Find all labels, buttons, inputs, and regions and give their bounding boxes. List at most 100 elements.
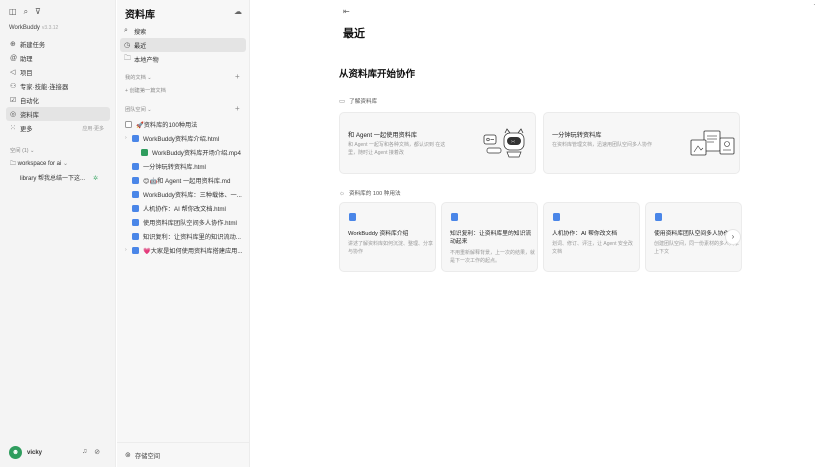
filter-icon[interactable]: ⊽ (35, 8, 41, 16)
list-item[interactable]: 知识复利：让资料库里的知识流动... (125, 229, 247, 243)
doc-label: 😊🤖和 Agent 一起用资料库.md (143, 177, 231, 185)
search-icon[interactable]: ⌕ (24, 8, 28, 16)
list-item[interactable]: 一分钟玩转资料库.html (125, 159, 247, 173)
add-doc-icon[interactable]: + (235, 73, 240, 81)
expert-icon: ⚇ (10, 83, 17, 90)
card-one-minute-library[interactable]: 一分钟玩转资料库 在资料库管理文档，迅速用团队空间多人协作 (543, 112, 740, 174)
library-title: 资料库 (125, 10, 155, 21)
storage-icon: ⊚ (125, 452, 131, 459)
doc-icon (132, 218, 139, 226)
workspace-item[interactable]: 🗀 workspace for ai ⌄ (10, 159, 68, 169)
spaces-section-label[interactable]: 空间 (1) ⌄ (10, 146, 34, 154)
my-docs-label[interactable]: 我的文档 ⌄ (125, 74, 152, 81)
list-item[interactable]: › 💗大家是如何使用资料库搭建应用... (125, 243, 247, 257)
brand-name: WorkBuddy (9, 25, 40, 31)
doc-label: 一分钟玩转资料库.html (143, 163, 206, 171)
sidebar-item-more[interactable]: ⁙ 更多 应用·更多 (6, 121, 110, 135)
robot-illustration-icon: ›‹ (483, 128, 525, 158)
section-label-text: 资料库的 100 种用法 (348, 191, 401, 197)
chevron-down-icon: ⌄ (63, 161, 69, 167)
sidebar-item-label: 更多 (20, 125, 33, 133)
card-desc: 在资料库管理文档，迅速用团队空间多人协作 (552, 142, 653, 148)
doc-icon (655, 213, 662, 221)
list-item[interactable]: 😊🤖和 Agent 一起用资料库.md (125, 173, 247, 187)
library-recent[interactable]: ◷ 最近 (120, 38, 246, 52)
close-icon[interactable]: · (813, 0, 816, 9)
list-item[interactable]: 使用资料库团队空间多人协作.html (125, 215, 247, 229)
checkbox-icon (125, 120, 132, 128)
doc-label: 💗大家是如何使用资料库搭建应用... (143, 247, 243, 255)
doc-label: WorkBuddy资料库开场介绍.mp4 (152, 149, 241, 157)
chevron-right-icon[interactable]: › (125, 135, 132, 141)
card-library-intro[interactable]: WorkBuddy 资料库介绍 讲述了解资料库如何沉淀、整理、分享与协作 (339, 202, 436, 272)
section-label-text: 了解资料库 (349, 99, 378, 105)
at-icon: @ (10, 54, 18, 62)
create-first-doc-link[interactable]: + 创建第一篇文档 (125, 87, 166, 94)
plus-circle-icon: ⊕ (10, 41, 16, 48)
cloud-sync-icon[interactable]: ☁ (234, 7, 242, 16)
card-ai-edit-docs[interactable]: 人机协作：AI 帮你改文档 划词、修订、评注，让 Agent 安全改文档 (543, 202, 640, 272)
bell-icon[interactable]: ♫ (82, 448, 87, 456)
sidebar-item-label: 自动化 (20, 97, 39, 105)
sidebar-item-new-task[interactable]: ⊕ 新建任务 (6, 37, 110, 51)
sidebar-item-projects[interactable]: ◁ 项目 (6, 65, 110, 79)
sidebar-item-label: 项目 (20, 69, 33, 77)
book-icon: ▭ (339, 98, 346, 105)
understand-section-label: ▭ 了解资料库 (339, 97, 377, 105)
sidebar-item-assistant[interactable]: @ 助理 (6, 51, 110, 65)
library-icon: ◎ (10, 111, 17, 118)
create-first-label: 创建第一篇文档 (129, 88, 166, 94)
chevron-right-icon: › (731, 232, 735, 241)
list-item[interactable]: › WorkBuddy资料库介绍.html (125, 131, 247, 145)
doc-icon (132, 246, 139, 254)
doc-icon (132, 204, 139, 212)
list-item[interactable]: WorkBuddy资料库：三种载体、一... (125, 187, 247, 201)
svg-text:›‹: ›‹ (511, 139, 515, 145)
avatar: ☻ (9, 446, 22, 459)
grid-icon: ⁙ (10, 125, 16, 132)
library-nav-label: 搜索 (134, 28, 147, 36)
doc-icon (451, 213, 458, 221)
doc-label: WorkBuddy资料库介绍.html (143, 135, 220, 143)
doc-icon (553, 213, 560, 221)
library-local-output[interactable]: 🗀 本地产物 (120, 52, 246, 66)
video-icon (141, 148, 148, 156)
sidebar-item-library[interactable]: ◎ 资料库 (6, 107, 110, 121)
library-search[interactable]: ⌕ 搜索 (120, 24, 246, 38)
version-label: v3.3.12 (41, 25, 59, 31)
list-item[interactable]: 🚀资料库的100种用法 (125, 117, 247, 131)
list-item[interactable]: 人机协作：AI 帮你改文档.html (125, 201, 247, 215)
card-desc: 和 Agent 一起写和各种文档，都认识到 在这里，随时让 Agent 接着改 (348, 142, 446, 156)
clock-icon: ◷ (124, 42, 131, 49)
card-agent-library[interactable]: 和 Agent 一起使用资料库 和 Agent 一起写和各种文档，都认识到 在这… (339, 112, 536, 174)
brand: WorkBuddy v3.3.12 (9, 25, 58, 31)
chevron-right-icon[interactable]: › (125, 247, 132, 253)
sidebar-item-automation[interactable]: ☑ 自动化 (6, 93, 110, 107)
clock-icon: ☑ (10, 97, 17, 104)
search-icon: ⌕ (124, 27, 128, 34)
storage-label: 存储空间 (134, 452, 161, 460)
card-desc: 不用重新解释背景，上一次的结果，就是下一次工作的起点。 (450, 250, 536, 264)
sidebar-item-label: 资料库 (20, 111, 39, 119)
add-team-doc-icon[interactable]: + (235, 105, 240, 113)
workspace-session-item[interactable]: library 帮我总结一下这... ✲ (20, 173, 98, 182)
sidebar-nav: ⊕ 新建任务 @ 助理 ◁ 项目 ⚇ 专家·技能·连接器 ☑ 自动化 ◎ 资料库 ⁙ 更多 应用… (6, 37, 110, 135)
sidebar-item-label: 助理 (20, 55, 33, 63)
carousel-fade (739, 196, 832, 278)
team-space-label[interactable]: 团队空间 ⌄ (125, 106, 152, 113)
settings-icon[interactable]: ⊘ (94, 448, 100, 456)
document-list: 🚀资料库的100种用法 › WorkBuddy资料库介绍.html WorkBud… (125, 117, 247, 257)
sidebar-toggle-icon[interactable]: ◫ (9, 8, 17, 16)
sidebar-item-experts[interactable]: ⚇ 专家·技能·连接器 (6, 79, 110, 93)
storage-button[interactable]: ⊚ 存储空间 (117, 442, 250, 467)
list-item[interactable]: WorkBuddy资料库开场介绍.mp4 (125, 145, 247, 159)
card-title: WorkBuddy 资料库介绍 (348, 231, 409, 237)
folder-icon: 🗀 (10, 161, 18, 167)
carousel-next-button[interactable]: › (725, 229, 741, 245)
user-profile[interactable]: ☻ vicky (9, 446, 42, 459)
collapse-panel-icon[interactable]: ⇤ (343, 7, 350, 16)
library-nav-label: 最近 (134, 42, 147, 50)
card-title: 知识复利：让资料库里的知识流动起来 (450, 231, 532, 245)
doc-label: WorkBuddy资料库：三种载体、一... (143, 191, 242, 199)
card-knowledge-compound[interactable]: 知识复利：让资料库里的知识流动起来 不用重新解释背景，上一次的结果，就是下一次工… (441, 202, 538, 272)
